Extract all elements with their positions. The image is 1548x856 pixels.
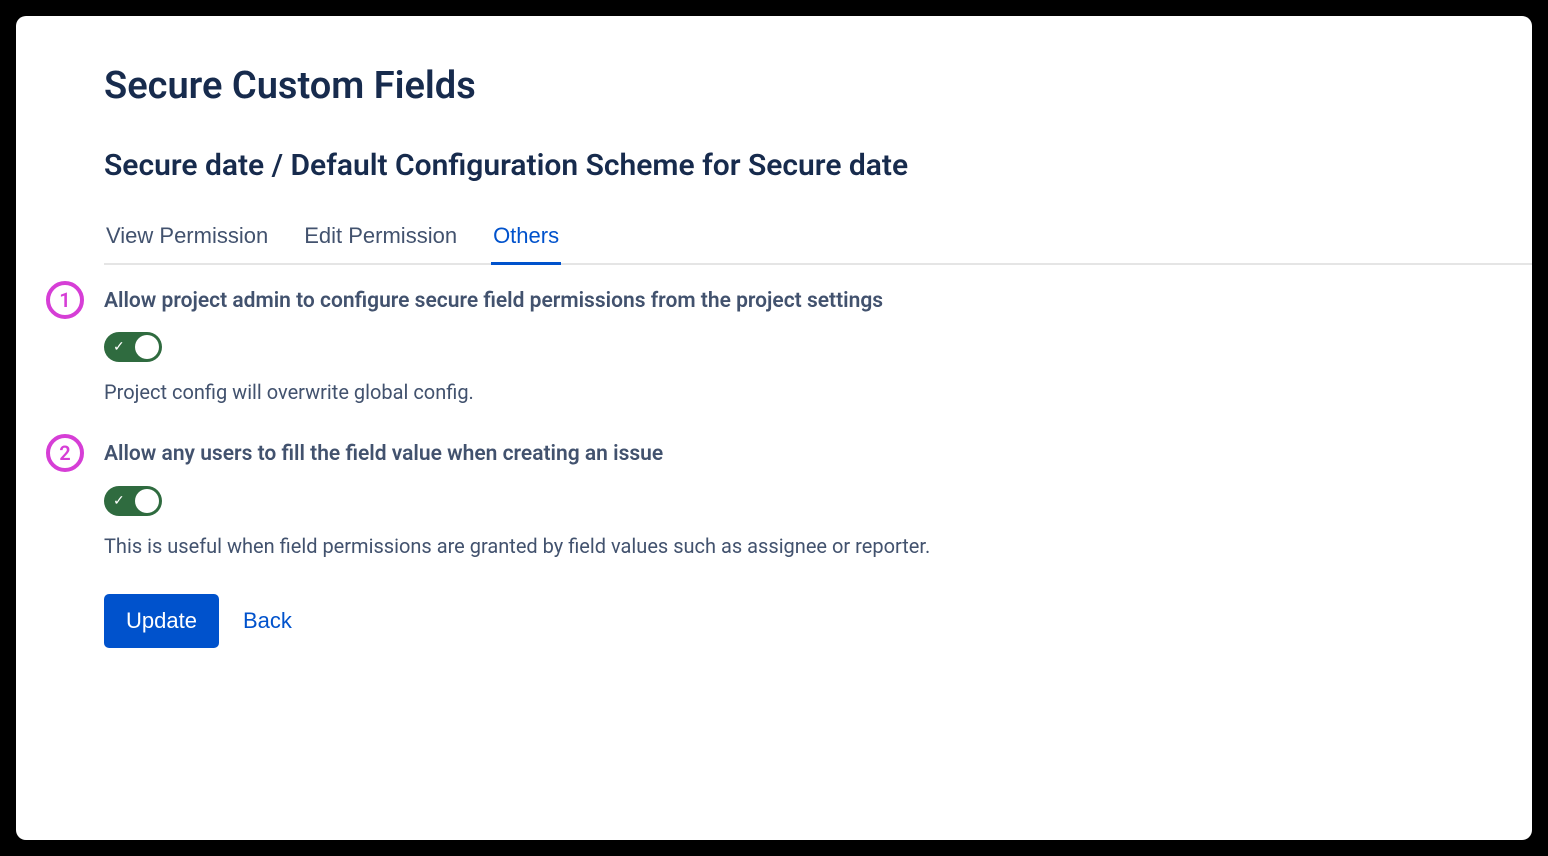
tab-view-permission[interactable]: View Permission xyxy=(104,215,270,263)
toggle-project-admin[interactable]: ✓ xyxy=(104,332,162,362)
settings-frame: Secure Custom Fields Secure date / Defau… xyxy=(16,16,1532,840)
check-icon: ✓ xyxy=(113,340,125,354)
page-title: Secure Custom Fields xyxy=(104,64,1532,108)
setting-any-users-fill: 2 Allow any users to fill the field valu… xyxy=(104,440,1532,557)
back-button[interactable]: Back xyxy=(243,608,292,634)
setting-any-users-fill-label: Allow any users to fill the field value … xyxy=(104,440,1532,469)
tabs: View Permission Edit Permission Others xyxy=(104,215,1532,265)
subtitle: Secure date / Default Configuration Sche… xyxy=(104,148,1532,183)
setting-project-admin-help: Project config will overwrite global con… xyxy=(104,380,1532,404)
setting-any-users-fill-help: This is useful when field permissions ar… xyxy=(104,534,1532,558)
tab-edit-permission[interactable]: Edit Permission xyxy=(302,215,459,263)
update-button[interactable]: Update xyxy=(104,594,219,648)
tab-content-others: 1 Allow project admin to configure secur… xyxy=(104,265,1532,648)
setting-project-admin-label: Allow project admin to configure secure … xyxy=(104,287,1532,316)
toggle-any-users-fill[interactable]: ✓ xyxy=(104,486,162,516)
setting-project-admin: 1 Allow project admin to configure secur… xyxy=(104,287,1532,404)
annotation-marker-2: 2 xyxy=(46,434,84,472)
annotation-marker-1: 1 xyxy=(46,281,84,319)
button-row: Update Back xyxy=(104,594,1532,648)
check-icon: ✓ xyxy=(113,494,125,508)
tab-others[interactable]: Others xyxy=(491,215,561,263)
